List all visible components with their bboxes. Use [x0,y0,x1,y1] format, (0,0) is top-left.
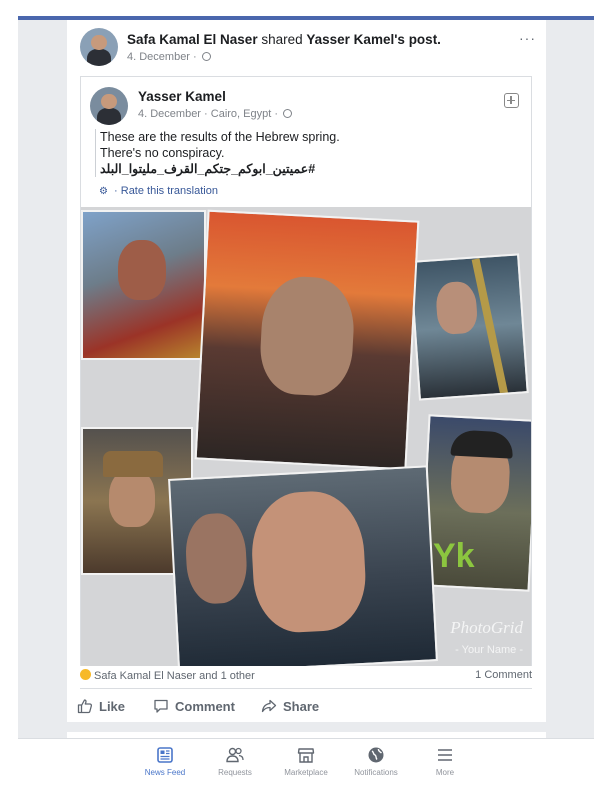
overlay-text: Yk [433,537,475,575]
menu-icon [438,749,452,761]
tab-label: Marketplace [284,768,328,777]
original-author-link[interactable]: Yasser Kamel [306,32,394,47]
collage-photo [81,210,206,360]
tab-label: Requests [218,768,252,777]
bottom-tab-bar: News Feed Requests Marketplace Notificat… [18,738,594,784]
reaction-summary-text: Safa Kamal El Naser and 1 other [94,670,255,682]
post-text-line: These are the results of the Hebrew spri… [100,130,340,144]
share-label: Share [283,698,320,714]
post-actions: Like Comment Share [67,698,546,718]
like-label: Like [99,698,126,714]
share-button[interactable]: Share [261,698,319,714]
share-headline: Safa Kamal El Naser shared Yasser Kamel'… [127,32,441,47]
author-avatar[interactable] [90,87,128,125]
tab-notifications[interactable]: Notifications [336,745,416,777]
watermark: PhotoGrid [450,618,523,637]
post-text-line: There's no conspiracy. [100,146,225,160]
comment-label: Comment [175,698,235,714]
rate-translation-link[interactable]: Rate this translation [121,185,218,197]
tab-marketplace[interactable]: Marketplace [266,745,346,777]
author-name[interactable]: Yasser Kamel [138,89,226,104]
globe-icon [283,109,293,118]
comment-icon [154,699,168,713]
sharer-name-link[interactable]: Safa Kamal El Naser [127,32,258,47]
share-action-text: shared [261,32,303,47]
tab-label: Notifications [354,768,398,777]
share-date[interactable]: 4. December [127,51,190,63]
globe-icon [201,52,211,61]
marketplace-icon [297,748,315,763]
post-location[interactable]: Cairo, Egypt [211,108,272,120]
sad-reaction-icon [80,669,91,680]
more-options-icon[interactable]: ··· [519,30,536,46]
news-feed: Safa Kamal El Naser shared Yasser Kamel'… [18,20,594,738]
thumbs-up-icon [77,699,93,714]
post-meta: 4. December · Cairo, Egypt · [138,108,293,120]
globe-icon [368,747,384,763]
tab-label: News Feed [144,768,186,777]
tab-label: More [435,768,455,777]
reaction-summary[interactable]: Safa Kamal El Naser and 1 other [80,669,255,682]
rate-translation[interactable]: ⚙ · Rate this translation [99,185,218,197]
comment-button[interactable]: Comment [153,698,235,714]
tab-news-feed[interactable]: News Feed [125,745,205,777]
share-meta: 4. December · [127,51,211,63]
collage-photo [168,465,438,666]
collage-photo [194,209,420,471]
gear-icon: ⚙ [99,186,108,197]
like-button[interactable]: Like [77,698,125,714]
friends-icon [226,747,244,763]
photo-collage[interactable]: Yk PhotoGrid - Your Name - [81,207,531,666]
post-date[interactable]: 4. December [138,108,201,120]
save-post-icon[interactable] [504,93,519,108]
post-body: These are the results of the Hebrew spri… [95,129,515,177]
collage-photo [409,253,529,401]
watermark-sub: - Your Name - [455,644,523,656]
tab-requests[interactable]: Requests [195,745,275,777]
divider [80,688,532,689]
original-post: Yasser Kamel 4. December · Cairo, Egypt … [80,76,532,666]
tab-more[interactable]: More [405,745,485,777]
sharer-avatar[interactable] [80,28,118,66]
share-icon [261,699,277,713]
comment-count[interactable]: 1 Comment [475,669,532,681]
hashtag-link[interactable]: #عميتين_ابوكم_جتكم_القرف_مليتوا_البلد [100,161,515,177]
news-feed-icon [157,747,173,763]
shared-post-card: Safa Kamal El Naser shared Yasser Kamel'… [67,20,546,722]
post-suffix[interactable]: 's post. [394,32,441,47]
